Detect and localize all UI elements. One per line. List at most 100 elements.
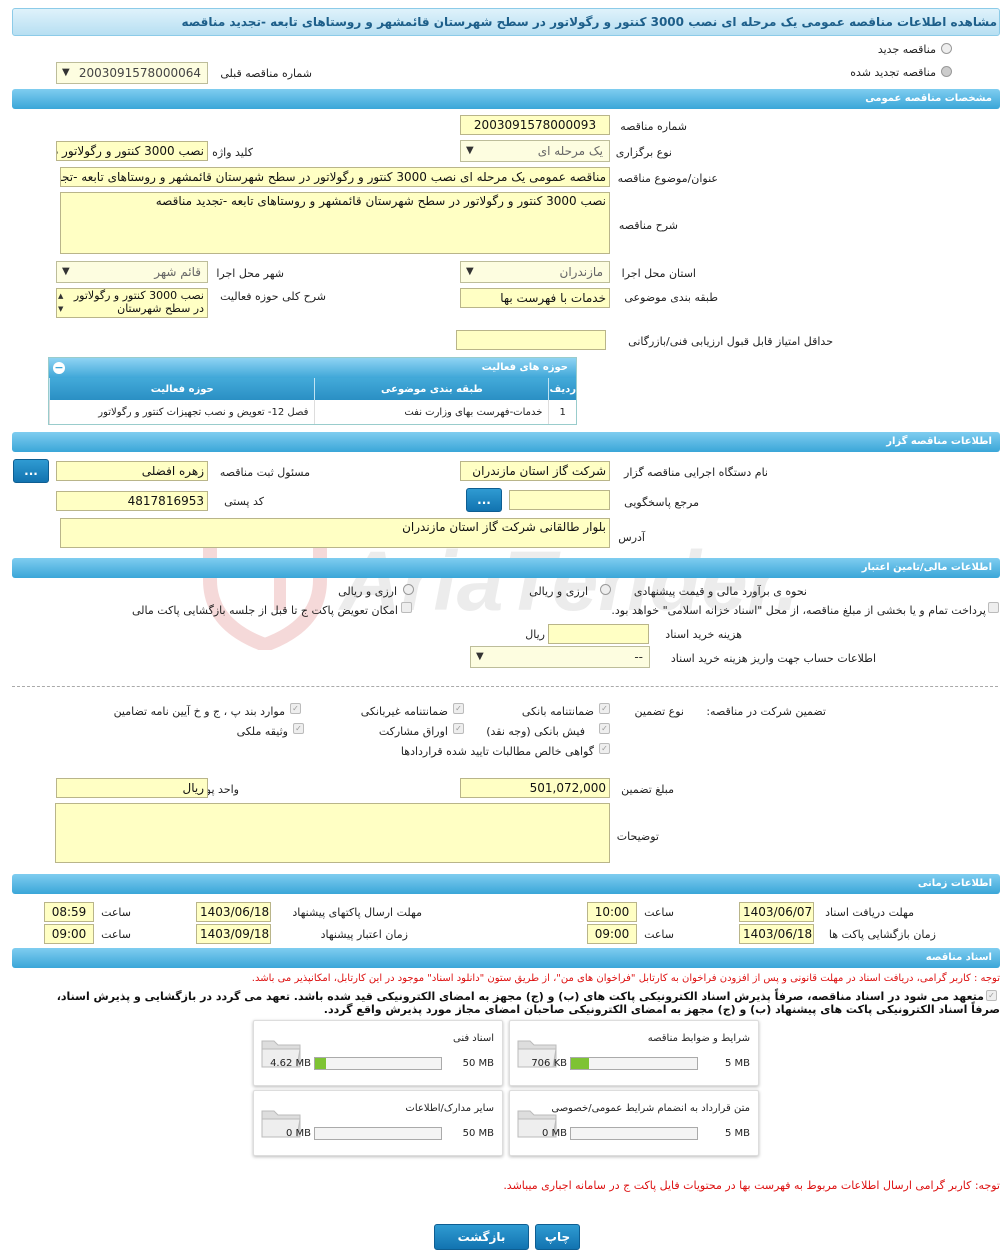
doc-max-size: 5 MB xyxy=(724,1128,750,1139)
clause-label: موارد بند پ ، ج و خ آیین نامه تضامین xyxy=(113,705,285,718)
province-label: استان محل اجرا xyxy=(621,267,696,280)
min-score-field xyxy=(456,330,606,350)
account-select[interactable]: ▼ -- xyxy=(470,646,650,668)
nonbank-guarantee-label: ضمانتنامه غیربانکی xyxy=(360,705,448,718)
notes-label: توضیحات xyxy=(616,830,659,843)
postal-field: 4817816953 xyxy=(56,491,208,511)
bank-guarantee-checkbox[interactable]: ✓ xyxy=(599,703,610,714)
doc-card[interactable]: شرایط و ضوابط مناقصه 5 MB 706 KB xyxy=(509,1020,759,1086)
category-field: خدمات با فهرست بها xyxy=(460,288,610,308)
recv-date: 1403/06/07 xyxy=(739,902,814,922)
swap-checkbox[interactable] xyxy=(401,602,412,613)
org-label: نام دستگاه اجرایی مناقصه گزار xyxy=(624,466,768,479)
recv-label: مهلت دریافت اسناد xyxy=(825,906,914,919)
commitment-note-2: صرفاً اسناد الکترونیکی پاکت های پیشنهاد … xyxy=(323,1003,1000,1016)
doc-cost-label: هزینه خرید اسناد xyxy=(665,628,742,641)
cell-category: خدمات-فهرست بهای وزارت نفت xyxy=(314,400,549,424)
nonbank-guarantee-checkbox[interactable]: ✓ xyxy=(453,703,464,714)
province-select[interactable]: ▼ مازندران xyxy=(460,261,610,283)
desc-label: شرح مناقصه xyxy=(618,219,678,232)
new-tender-radio[interactable] xyxy=(941,43,952,54)
account-value: -- xyxy=(634,650,643,664)
fx-radio[interactable] xyxy=(403,584,414,595)
cash-checkbox[interactable]: ✓ xyxy=(599,723,610,734)
cell-index: 1 xyxy=(548,400,576,424)
table-header-row: ردیف طبقه بندی موضوعی حوزه فعالیت xyxy=(48,378,576,400)
doc-card[interactable]: متن قرارداد به انضمام شرایط عمومی/خصوصی 5… xyxy=(509,1090,759,1156)
payment-checkbox[interactable] xyxy=(988,602,999,613)
category-label: طبقه بندی موضوعی xyxy=(624,291,718,304)
renewed-tender-radio[interactable] xyxy=(941,66,952,77)
section-timing: اطلاعات زمانی xyxy=(12,874,1000,894)
cash-label: فیش بانکی (وجه نقد) xyxy=(486,725,585,738)
price-list-warning: توجه: کاربر گرامی ارسال اطلاعات مربوط به… xyxy=(503,1179,1000,1192)
cell-scope: فصل 12- تعویض و نصب تجهیزات کنتور و رگول… xyxy=(48,400,315,424)
scroll-arrows-icon[interactable]: ▲ ▼ xyxy=(58,290,63,316)
recv-time: 10:00 xyxy=(587,902,637,922)
claims-checkbox[interactable]: ✓ xyxy=(599,743,610,754)
account-label: اطلاعات حساب جهت واریز هزینه خرید اسناد xyxy=(670,652,876,665)
min-score-label: حداقل امتیاز قابل قبول ارزیابی فنی/بازرگ… xyxy=(628,335,833,348)
number-field: 2003091578000093 xyxy=(460,115,610,135)
send-time: 08:59 xyxy=(44,902,94,922)
notes-field xyxy=(55,803,610,863)
chevron-down-icon: ▼ xyxy=(62,67,70,78)
city-label: شهر محل اجرا xyxy=(216,267,284,280)
bonds-checkbox[interactable]: ✓ xyxy=(453,723,464,734)
prev-number-select[interactable]: ▼ 2003091578000064 xyxy=(56,62,208,84)
swap-text: امکان تعویض پاکت ج تا قبل از جلسه بازگشا… xyxy=(132,604,398,617)
back-button[interactable]: بازگشت xyxy=(434,1224,529,1250)
chevron-down-icon: ▼ xyxy=(466,266,474,277)
desc-field: نصب 3000 کنتور و رگولاتور در سطح شهرستان… xyxy=(60,192,610,254)
city-select[interactable]: ▼ قائم شهر xyxy=(56,261,208,283)
address-field: بلوار طالقانی شرکت گاز استان مازندران xyxy=(60,518,610,548)
doc-progress-bar xyxy=(570,1127,698,1140)
open-label: زمان بازگشایی پاکت ها xyxy=(828,928,936,941)
org-field: شرکت گاز استان مازندران xyxy=(460,461,610,481)
open-time: 09:00 xyxy=(587,924,637,944)
amount-label: مبلغ تضمین xyxy=(621,783,674,796)
table-row: 1 خدمات-فهرست بهای وزارت نفت فصل 12- تعو… xyxy=(48,400,576,424)
chevron-down-icon: ▼ xyxy=(466,145,474,156)
col-scope: حوزه فعالیت xyxy=(48,378,315,400)
section-finance: اطلاعات مالی/تامین اعتبار xyxy=(12,558,1000,578)
activities-title: حوزه های فعالیت xyxy=(481,362,568,373)
commitment-note-1: متعهد می شود در اسناد مناقصه، صرفاً پذیر… xyxy=(56,990,984,1003)
clause-checkbox[interactable]: ✓ xyxy=(290,703,301,714)
doc-size: 4.62 MB xyxy=(270,1058,311,1069)
estimate-label: نحوه ی برآورد مالی و قیمت پیشنهادی xyxy=(633,585,807,598)
property-checkbox[interactable]: ✓ xyxy=(293,723,304,734)
doc-progress-fill xyxy=(571,1058,589,1069)
doc-progress-bar xyxy=(570,1057,698,1070)
print-button[interactable]: چاپ xyxy=(535,1224,580,1250)
commitment-checkbox[interactable]: ✓ xyxy=(986,990,997,1001)
doc-max-size: 50 MB xyxy=(462,1058,494,1069)
col-category: طبقه بندی موضوعی xyxy=(314,378,549,400)
ref-label: مرجع پاسخگویی xyxy=(624,496,699,509)
chevron-down-icon: ▼ xyxy=(62,266,70,277)
province-value: مازندران xyxy=(559,265,603,279)
officer-more-button[interactable]: ... xyxy=(13,459,49,483)
collapse-icon[interactable]: − xyxy=(53,362,65,374)
doc-cost-field xyxy=(548,624,649,644)
postal-label: کد پستی xyxy=(224,495,264,508)
claims-label: گواهی خالص مطالبات تایید شده قراردادها xyxy=(400,745,594,758)
rial-radio[interactable] xyxy=(600,584,611,595)
doc-size: 0 MB xyxy=(541,1128,567,1139)
page-title: مشاهده اطلاعات مناقصه عمومی یک مرحله ای … xyxy=(12,8,1000,36)
type-select[interactable]: ▼ یک مرحله ای xyxy=(460,140,610,162)
doc-card-title: متن قرارداد به انضمام شرایط عمومی/خصوصی xyxy=(551,1103,750,1114)
section-organizer: اطلاعات مناقصه گزار xyxy=(12,432,1000,452)
ref-more-button[interactable]: ... xyxy=(466,488,502,512)
doc-card[interactable]: سایر مدارک/اطلاعات 50 MB 0 MB xyxy=(253,1090,503,1156)
rial-label: ارزی و ریالی xyxy=(529,585,588,598)
guarantee-type-label: نوع تضمین xyxy=(634,705,684,718)
keyword-label: کلید واژه xyxy=(212,146,253,159)
send-time-label: ساعت xyxy=(101,906,131,919)
doc-max-size: 5 MB xyxy=(724,1058,750,1069)
section-general: مشخصات مناقصه عمومی xyxy=(12,89,1000,109)
property-label: وثیقه ملکی xyxy=(236,725,288,738)
doc-card[interactable]: اسناد فنی 50 MB 4.62 MB xyxy=(253,1020,503,1086)
bonds-label: اوراق مشارکت xyxy=(378,725,448,738)
download-warning: توجه : کاربر گرامی، دریافت اسناد در مهلت… xyxy=(251,973,1000,984)
